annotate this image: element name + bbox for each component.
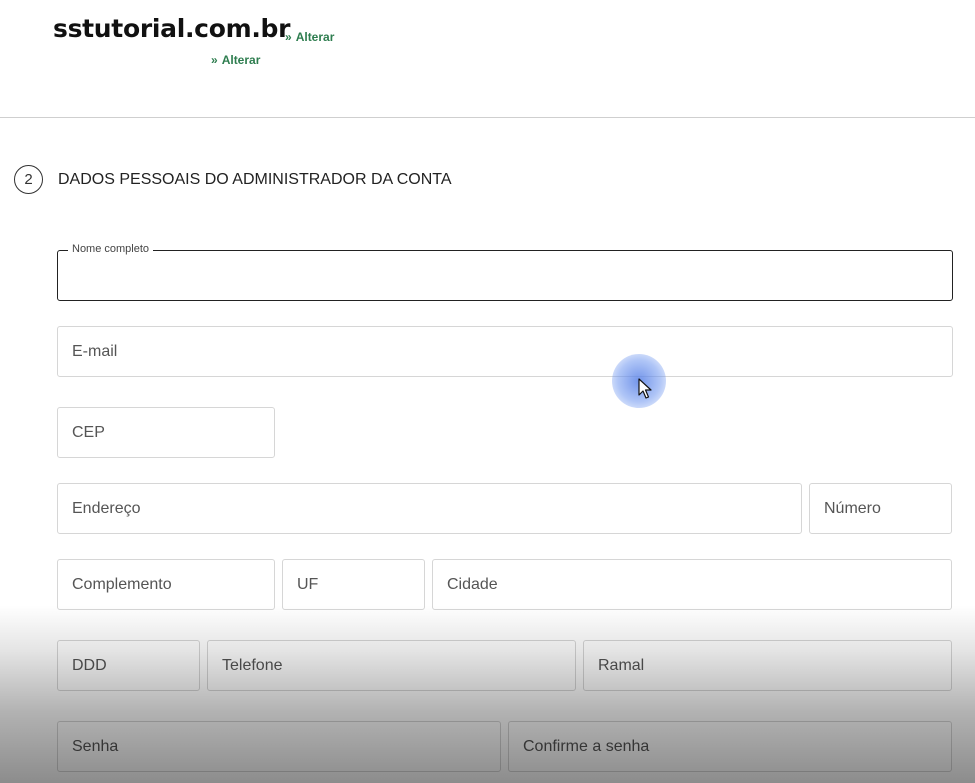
change-domain-link-label: Alterar bbox=[295, 30, 335, 44]
cep-placeholder: CEP bbox=[72, 423, 105, 441]
header-divider bbox=[0, 117, 975, 118]
state-field[interactable]: UF bbox=[282, 559, 425, 610]
change-plan-link-label: Alterar bbox=[221, 53, 261, 67]
complement-field[interactable]: Complemento bbox=[57, 559, 275, 610]
change-plan-link[interactable]: » Alterar bbox=[211, 53, 260, 67]
cep-field[interactable]: CEP bbox=[57, 407, 275, 458]
link-prefix: » bbox=[211, 53, 218, 67]
password-placeholder: Senha bbox=[72, 737, 119, 755]
full-name-label: Nome completo bbox=[68, 243, 154, 255]
city-field[interactable]: Cidade bbox=[432, 559, 952, 610]
address-placeholder: Endereço bbox=[72, 499, 141, 517]
state-placeholder: UF bbox=[297, 575, 319, 593]
area-code-field[interactable]: DDD bbox=[57, 640, 200, 691]
email-field[interactable]: E-mail bbox=[57, 326, 953, 377]
confirm-password-field[interactable]: Confirme a senha bbox=[508, 721, 952, 772]
password-field[interactable]: Senha bbox=[57, 721, 501, 772]
number-placeholder: Número bbox=[824, 499, 881, 517]
site-domain: sstutorial.com.br bbox=[53, 14, 291, 43]
change-domain-link[interactable]: » Alterar bbox=[285, 30, 334, 44]
complement-placeholder: Complemento bbox=[72, 575, 172, 593]
section-title: DADOS PESSOAIS DO ADMINISTRADOR DA CONTA bbox=[58, 171, 452, 188]
email-placeholder: E-mail bbox=[72, 342, 118, 360]
link-prefix: » bbox=[285, 30, 292, 44]
extension-field[interactable]: Ramal bbox=[583, 640, 952, 691]
area-code-placeholder: DDD bbox=[72, 656, 107, 674]
step-number-badge: 2 bbox=[14, 165, 43, 194]
extension-placeholder: Ramal bbox=[598, 656, 645, 674]
phone-placeholder: Telefone bbox=[222, 656, 283, 674]
full-name-field[interactable]: Nome completo bbox=[57, 243, 953, 301]
confirm-password-placeholder: Confirme a senha bbox=[523, 737, 650, 755]
number-field[interactable]: Número bbox=[809, 483, 952, 534]
phone-field[interactable]: Telefone bbox=[207, 640, 576, 691]
city-placeholder: Cidade bbox=[447, 575, 498, 593]
page-header: sstutorial.com.br » Alterar » Alterar bbox=[0, 0, 975, 118]
address-field[interactable]: Endereço bbox=[57, 483, 802, 534]
mouse-pointer-icon bbox=[638, 378, 652, 405]
